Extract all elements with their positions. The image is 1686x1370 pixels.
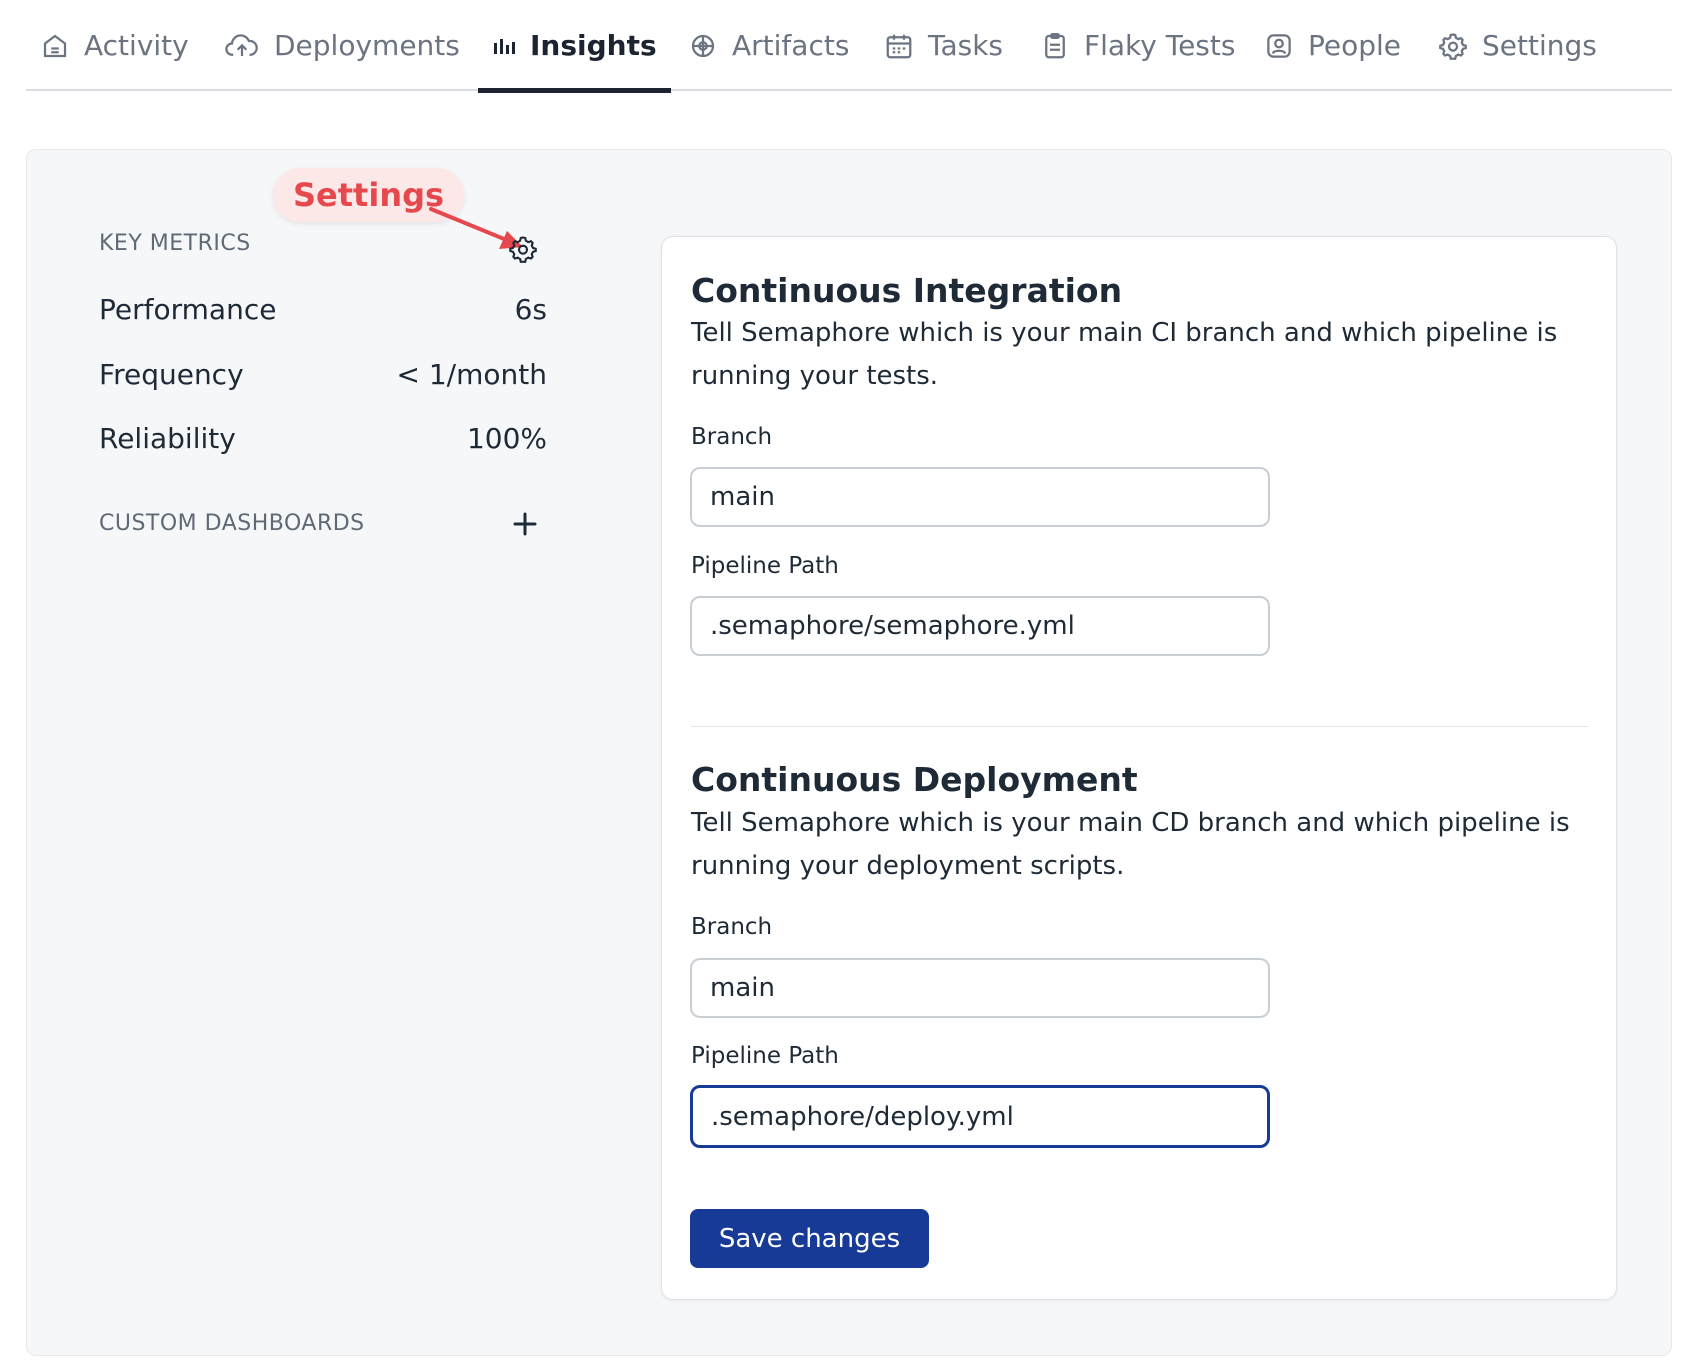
metric-value: < 1/month <box>396 358 548 391</box>
callout-label: Settings <box>293 176 445 214</box>
save-changes-button[interactable]: Save changes <box>690 1209 929 1268</box>
metric-label: Performance <box>99 293 277 326</box>
home-icon <box>40 31 70 61</box>
ci-title: Continuous Integration <box>691 271 1123 310</box>
metric-value: 6s <box>514 293 547 326</box>
metric-label: Reliability <box>99 422 236 455</box>
project-tab-bar: Activity Deployments Insights Artifacts … <box>26 0 1672 93</box>
tab-label: Settings <box>1482 29 1597 62</box>
calendar-icon <box>884 31 914 61</box>
ci-description: Tell Semaphore which is your main CI bra… <box>691 318 1558 391</box>
tab-artifacts[interactable]: Artifacts <box>688 0 849 91</box>
tab-deployments[interactable]: Deployments <box>224 0 460 91</box>
ci-branch-input[interactable] <box>690 467 1270 527</box>
cd-branch-input[interactable] <box>690 958 1270 1018</box>
user-icon <box>1264 31 1294 61</box>
metric-row-reliability: Reliability 100% <box>99 422 547 455</box>
key-metrics-heading: KEY METRICS <box>99 231 251 256</box>
metric-row-performance: Performance 6s <box>99 293 547 326</box>
key-metrics-settings-gear-icon[interactable] <box>508 234 538 264</box>
tab-label: Insights <box>530 29 657 62</box>
metric-value: 100% <box>466 422 547 455</box>
tab-flaky-tests[interactable]: Flaky Tests <box>1040 0 1235 91</box>
bar-chart-icon <box>492 31 516 61</box>
add-dashboard-plus-icon[interactable] <box>512 511 538 537</box>
cd-pipeline-path-input[interactable] <box>690 1085 1270 1148</box>
tab-label: Flaky Tests <box>1084 29 1236 62</box>
tab-tasks[interactable]: Tasks <box>884 0 1003 91</box>
cd-branch-label: Branch <box>691 914 773 940</box>
artifact-icon <box>688 31 718 61</box>
tab-label: People <box>1308 29 1402 62</box>
custom-dashboards-heading: CUSTOM DASHBOARDS <box>99 511 365 536</box>
cloud-upload-icon <box>224 31 260 61</box>
tab-label: Activity <box>84 29 189 62</box>
tab-insights[interactable]: Insights <box>478 0 671 93</box>
ci-pipeline-path-input[interactable] <box>690 596 1270 656</box>
tab-label: Deployments <box>274 29 460 62</box>
ci-pipeline-label: Pipeline Path <box>691 553 839 579</box>
tab-settings[interactable]: Settings <box>1438 0 1597 91</box>
gear-icon <box>1438 31 1468 61</box>
insights-panel: Settings KEY METRICS Performance 6s Freq… <box>26 149 1672 1356</box>
tab-activity[interactable]: Activity <box>40 0 189 91</box>
clipboard-icon <box>1040 31 1070 61</box>
cd-pipeline-label: Pipeline Path <box>691 1043 839 1069</box>
cd-title: Continuous Deployment <box>691 760 1138 799</box>
tab-label: Tasks <box>928 29 1004 62</box>
metric-row-frequency: Frequency < 1/month <box>99 358 547 391</box>
section-divider <box>691 726 1588 727</box>
tab-label: Artifacts <box>732 29 850 62</box>
ci-branch-label: Branch <box>691 424 773 450</box>
cd-description: Tell Semaphore which is your main CD bra… <box>691 808 1570 881</box>
tab-people[interactable]: People <box>1264 0 1401 91</box>
metric-label: Frequency <box>99 358 244 391</box>
insights-settings-card: Continuous Integration Tell Semaphore wh… <box>661 236 1617 1300</box>
